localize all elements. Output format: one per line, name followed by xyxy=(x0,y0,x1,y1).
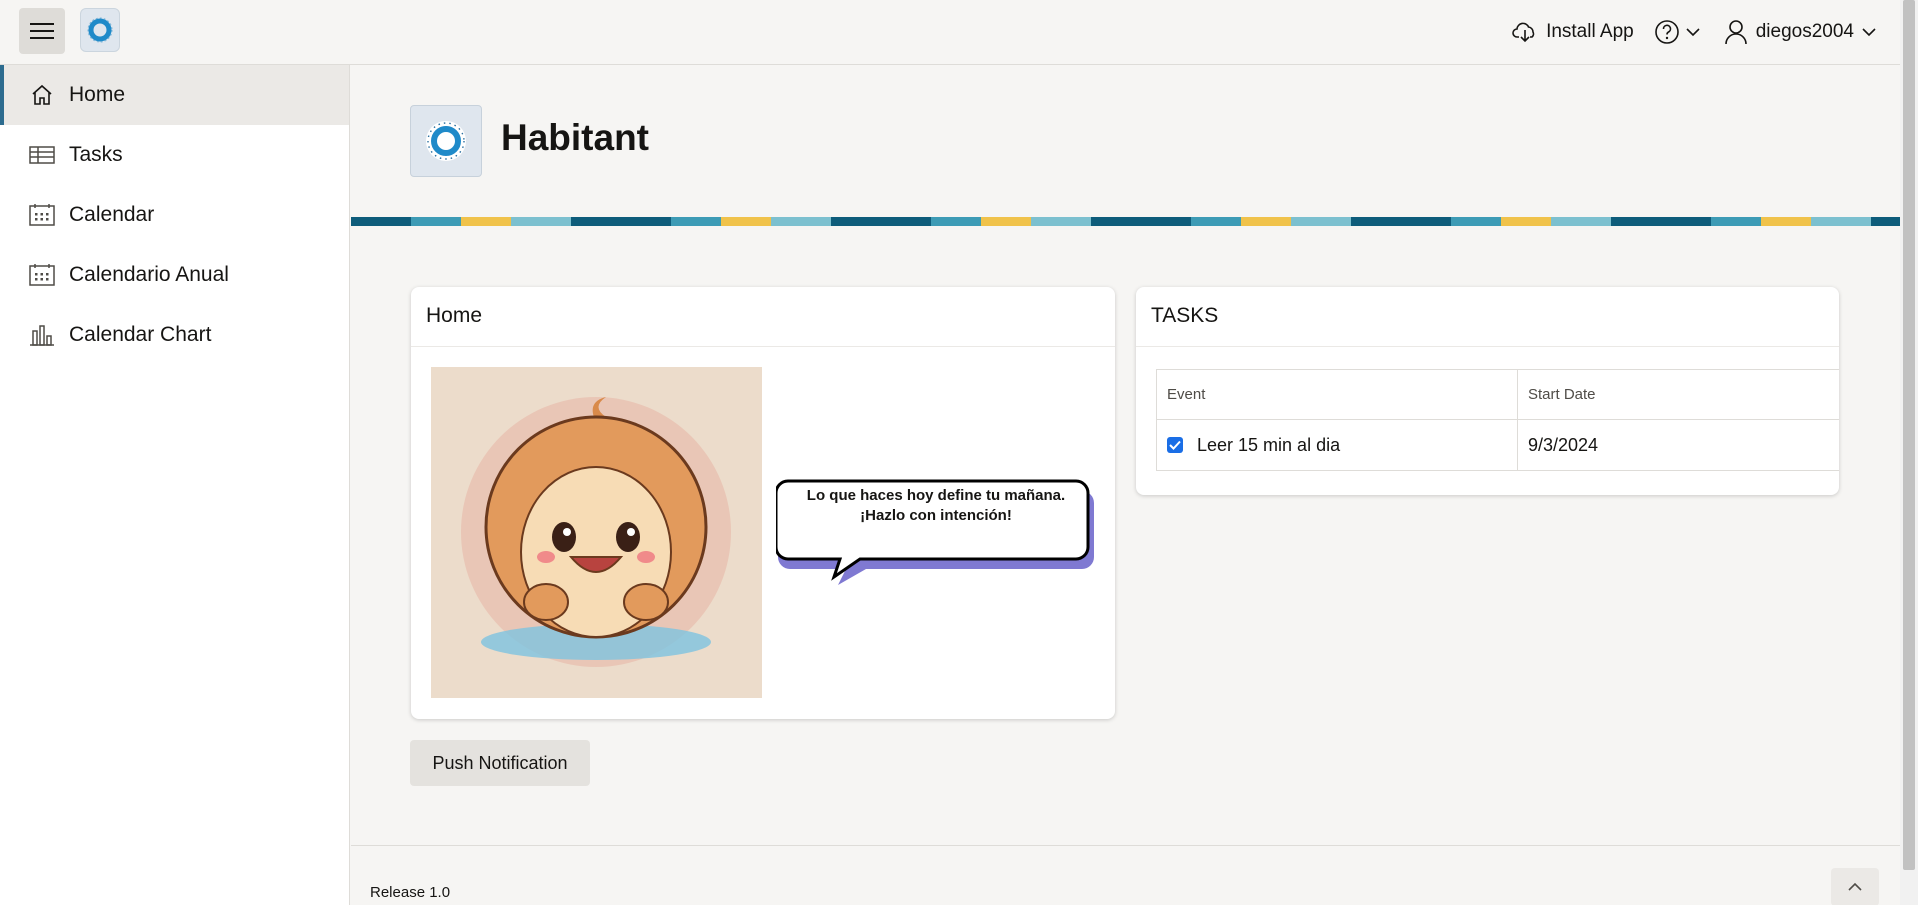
chevron-down-icon xyxy=(1862,28,1876,37)
hamburger-icon xyxy=(30,23,54,39)
bar-chart-icon xyxy=(29,322,55,348)
page-title: Habitant xyxy=(501,117,649,158)
main-content: Habitant Home Lo que haces hoy define tu… xyxy=(351,65,1900,905)
home-icon xyxy=(29,82,55,108)
sidebar-item-label: Tasks xyxy=(69,143,123,166)
menu-toggle-button[interactable] xyxy=(19,8,65,54)
ring-logo-icon xyxy=(426,121,466,161)
page-footer: Release 1.0 xyxy=(351,845,1900,905)
sidebar-item-calendario-anual[interactable]: Calendario Anual xyxy=(0,245,349,305)
sidebar-item-calendar[interactable]: Calendar xyxy=(0,185,349,245)
user-icon xyxy=(1724,20,1747,45)
column-header-event[interactable]: Event xyxy=(1157,370,1518,419)
page-scrollbar[interactable] xyxy=(1900,0,1918,905)
ring-logo-icon xyxy=(87,17,113,43)
task-checkbox[interactable] xyxy=(1167,437,1183,453)
user-name: diegos2004 xyxy=(1755,21,1854,42)
chevron-up-icon xyxy=(1848,882,1862,891)
tasks-region: TASKS Event Start Date Leer 15 min al di… xyxy=(1136,287,1839,495)
install-app-label: Install App xyxy=(1546,21,1634,42)
install-app-button[interactable]: Install App xyxy=(1512,12,1634,52)
event-cell: Leer 15 min al dia xyxy=(1157,420,1518,470)
home-region: Home Lo que haces hoy define tu mañana. … xyxy=(411,287,1115,719)
scrollbar-thumb[interactable] xyxy=(1903,0,1915,870)
start-date-cell: 9/3/2024 xyxy=(1528,434,1599,455)
table-icon xyxy=(29,142,55,168)
help-icon xyxy=(1654,20,1679,44)
calendar-icon xyxy=(29,202,55,228)
help-menu-button[interactable] xyxy=(1654,12,1700,52)
sidebar-item-label: Calendar xyxy=(69,203,155,226)
mascot-image xyxy=(431,367,762,698)
table-header-row: Event Start Date xyxy=(1157,370,1839,420)
region-title: Home xyxy=(411,287,1115,347)
sidebar-item-calendar-chart[interactable]: Calendar Chart xyxy=(0,305,349,365)
region-title: TASKS xyxy=(1136,287,1839,347)
app-icon xyxy=(410,105,482,177)
sidebar-item-label: Calendar Chart xyxy=(69,323,212,346)
release-label: Release 1.0 xyxy=(370,884,451,901)
calendar-icon xyxy=(29,262,55,288)
event-name: Leer 15 min al dia xyxy=(1197,434,1341,455)
app-logo[interactable] xyxy=(80,8,120,52)
tasks-report: Event Start Date Leer 15 min al dia 9/3/… xyxy=(1156,369,1839,471)
page-hero: Habitant xyxy=(351,65,1900,226)
column-header-start-date[interactable]: Start Date xyxy=(1518,370,1839,419)
checkmark-icon xyxy=(1169,440,1181,450)
chevron-down-icon xyxy=(1686,28,1700,37)
sidebar-item-home[interactable]: Home xyxy=(0,65,349,125)
user-menu-button[interactable]: diegos2004 xyxy=(1724,12,1876,52)
table-row: Leer 15 min al dia 9/3/2024 xyxy=(1157,420,1839,470)
decorative-banner xyxy=(351,217,1900,226)
top-header: Install App diegos2004 xyxy=(0,0,1900,65)
sidebar-item-tasks[interactable]: Tasks xyxy=(0,125,349,185)
cloud-download-icon xyxy=(1512,22,1535,43)
sidebar-nav: Home Tasks Calendar Calendario Anual Cal… xyxy=(0,65,350,905)
scroll-to-top-button[interactable] xyxy=(1831,868,1879,905)
sidebar-item-label: Calendario Anual xyxy=(69,263,229,286)
push-notification-button[interactable]: Push Notification xyxy=(410,740,590,786)
sidebar-item-label: Home xyxy=(69,83,126,106)
motivational-quote: Lo que haces hoy define tu mañana. ¡Hazl… xyxy=(806,487,1066,524)
